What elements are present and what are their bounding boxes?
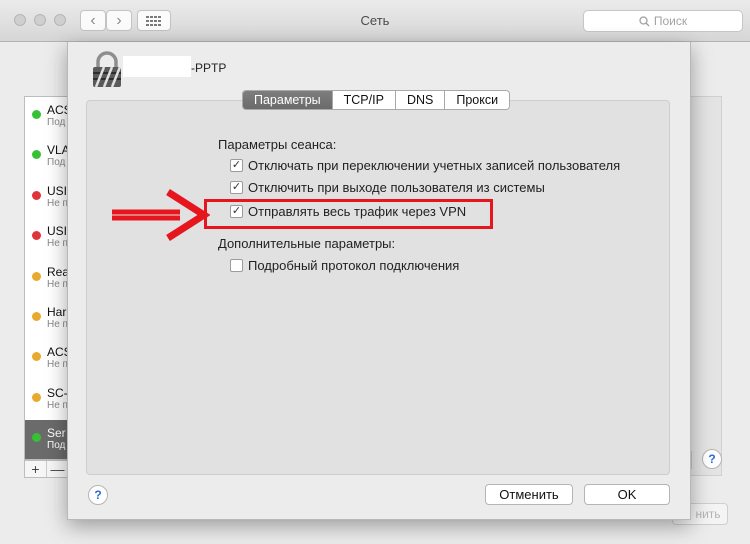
vpn-service-name: -PPTP — [191, 61, 227, 75]
service-item[interactable]: Rea Не п — [25, 259, 72, 299]
lock-icon — [93, 51, 122, 88]
status-dot — [32, 433, 41, 443]
search-icon — [639, 15, 650, 26]
checkbox[interactable]: ✓ — [230, 181, 243, 194]
advanced-options-label: Дополнительные параметры: — [218, 236, 396, 251]
service-item[interactable]: VLA Под — [25, 137, 72, 177]
service-item[interactable]: ACS Под — [25, 97, 72, 137]
service-item[interactable]: ACS Не п — [25, 339, 72, 379]
checkbox-label: Отключать при переключении учетных запис… — [248, 158, 621, 173]
help-button[interactable]: ? — [88, 485, 108, 505]
add-service-button[interactable]: + — [25, 461, 47, 477]
status-dot — [32, 231, 41, 241]
service-item[interactable]: USI Не п — [25, 178, 72, 218]
search-field[interactable]: Поиск — [583, 10, 743, 32]
cancel-button[interactable]: Отменить — [485, 484, 573, 505]
ok-button[interactable]: OK — [584, 484, 670, 505]
option-verbose-logging[interactable]: Подробный протокол подключения — [230, 258, 459, 273]
red-arrow-icon — [112, 189, 210, 241]
checkbox-label: Отключить при выходе пользователя из сис… — [248, 180, 545, 195]
apply-button-label: нить — [695, 507, 721, 521]
window-titlebar: ‹ › Сеть Поиск — [0, 0, 750, 42]
tab-proxy[interactable]: Прокси — [445, 91, 510, 109]
vpn-options-sheet: -PPTP Параметры TCP/IP DNS Прокси Параме… — [67, 42, 691, 520]
checkbox-label: Подробный протокол подключения — [248, 258, 460, 273]
service-item[interactable]: SC- Не п — [25, 380, 72, 420]
service-list-toolbar: + — — [24, 460, 72, 478]
checkbox[interactable]: ✓ — [230, 159, 243, 172]
session-options-label: Параметры сеанса: — [218, 137, 337, 152]
details-panel — [690, 96, 722, 476]
status-dot — [32, 271, 41, 281]
checkbox[interactable] — [230, 259, 243, 272]
option-disconnect-on-user-switch[interactable]: ✓ Отключать при переключении учетных зап… — [230, 158, 620, 173]
service-item-selected[interactable]: Ser Под — [25, 420, 72, 459]
search-placeholder: Поиск — [653, 14, 688, 28]
service-list: ACS Под VLA Под USI Не п USI Не п Rea Не п Ha… — [24, 96, 72, 460]
status-dot — [32, 190, 41, 200]
status-dot — [32, 392, 41, 402]
help-button[interactable]: ? — [702, 449, 722, 469]
tab-options[interactable]: Параметры — [243, 91, 333, 109]
tab-tcpip[interactable]: TCP/IP — [332, 91, 396, 109]
status-dot — [32, 352, 41, 362]
option-disconnect-on-logout[interactable]: ✓ Отключить при выходе пользователя из с… — [230, 180, 545, 195]
service-item[interactable]: Har Не п — [25, 299, 72, 339]
tab-dns[interactable]: DNS — [395, 91, 446, 109]
highlight-box — [204, 199, 493, 229]
status-dot — [32, 150, 41, 160]
options-panel — [86, 100, 670, 475]
remove-service-button[interactable]: — — [47, 461, 69, 477]
status-dot — [32, 110, 41, 119]
tab-bar: Параметры TCP/IP DNS Прокси — [242, 90, 511, 110]
vpn-name-redacted — [123, 56, 191, 77]
service-item[interactable]: USI Не п — [25, 218, 72, 258]
status-dot — [32, 311, 41, 321]
